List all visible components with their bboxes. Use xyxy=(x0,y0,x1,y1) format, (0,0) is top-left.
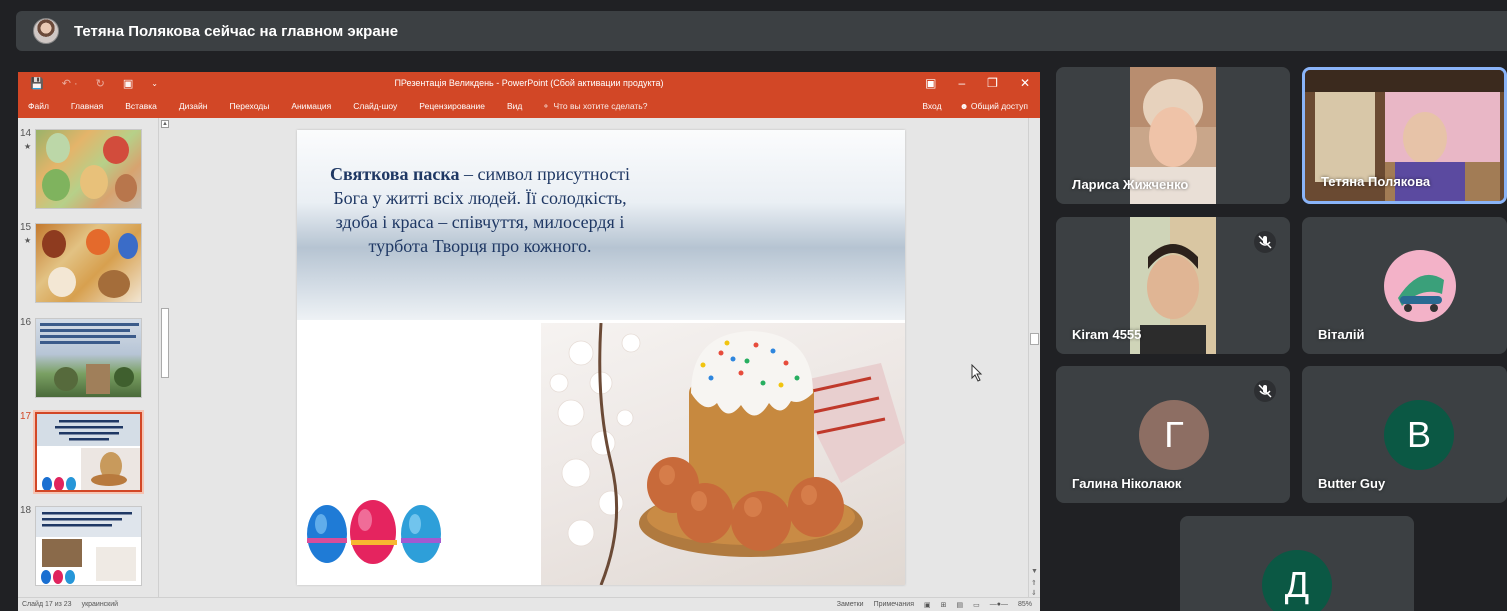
reading-view-icon[interactable]: ▤ xyxy=(957,601,964,609)
normal-view-icon[interactable]: ▣ xyxy=(924,601,931,609)
scroll-up-icon[interactable]: ▲ xyxy=(161,120,169,128)
restore-icon[interactable]: ❐ xyxy=(987,76,998,90)
language-indicator[interactable]: украинский xyxy=(82,601,119,608)
slide-thumbnail-17[interactable] xyxy=(33,410,144,494)
mic-off-icon xyxy=(1254,380,1276,402)
share-label: Общий доступ xyxy=(970,101,1028,111)
participant-avatar-image xyxy=(1384,250,1456,322)
participant-tile[interactable]: B Butter Guy xyxy=(1302,366,1507,503)
participant-name: Лариса Жижченко xyxy=(1072,177,1189,192)
lightbulb-icon: ⚬ xyxy=(542,100,550,111)
participant-tile[interactable]: Д xyxy=(1180,516,1414,611)
thumbnails-scrollbar[interactable]: ▲ xyxy=(158,118,170,611)
slide-text-bold: Святкова паска xyxy=(330,164,460,184)
participant-name: Віталій xyxy=(1318,327,1365,342)
tab-slideshow[interactable]: Слайд-шоу xyxy=(353,101,397,111)
minimize-icon[interactable]: – xyxy=(958,76,965,90)
presenting-text: Тетяна Полякова сейчас на главном экране xyxy=(74,22,399,40)
tab-insert[interactable]: Вставка xyxy=(125,101,157,111)
tab-animation[interactable]: Анимация xyxy=(291,101,331,111)
participant-name: Kiram 4555 xyxy=(1072,327,1142,342)
tab-design[interactable]: Дизайн xyxy=(179,101,208,111)
thumbnails-scroll-thumb[interactable] xyxy=(161,308,169,378)
current-slide[interactable]: Святкова паска – символ присутності Бога… xyxy=(297,130,905,585)
zoom-level[interactable]: 85% xyxy=(1018,601,1032,608)
next-slide-icon[interactable]: ⇓ xyxy=(1031,589,1037,597)
thumb-16-text-image xyxy=(40,323,139,394)
participant-initial-avatar: Г xyxy=(1139,400,1209,470)
thumb-15-eggs-image xyxy=(42,229,138,298)
participant-tile[interactable]: Віталій xyxy=(1302,217,1507,354)
tell-me-text: Что вы хотите сделать? xyxy=(553,101,648,111)
presenting-banner: Тетяна Полякова сейчас на главном экране xyxy=(16,11,1507,51)
participant-tile[interactable]: Лариса Жижченко xyxy=(1056,67,1290,204)
tab-view[interactable]: Вид xyxy=(507,101,522,111)
tab-file[interactable]: Файл xyxy=(28,101,49,111)
slide-text-box[interactable]: Святкова паска – символ присутності Бога… xyxy=(327,162,633,258)
shared-powerpoint-window: 💾 ↶ · ↻ ▣ ⌄ ПРезентація Великдень - Powe… xyxy=(18,72,1040,611)
slide-editing-area: Святкова паска – символ присутності Бога… xyxy=(171,118,1028,597)
thumb-18-preview-image xyxy=(36,507,141,584)
participant-tile-active[interactable]: Тетяна Полякова xyxy=(1302,67,1507,204)
close-icon[interactable]: ✕ xyxy=(1020,76,1030,90)
easter-bread-photo[interactable] xyxy=(541,323,905,585)
slide-scrollbar[interactable]: ▼ ⇑ ⇓ xyxy=(1028,118,1040,597)
participant-initial-avatar: B xyxy=(1384,400,1454,470)
window-controls: ▣ – ❐ ✕ xyxy=(925,72,1030,94)
tab-transitions[interactable]: Переходы xyxy=(229,101,269,111)
thumb-number: 16 xyxy=(20,317,32,328)
participant-tile[interactable]: Г Галина Ніколаюк xyxy=(1056,366,1290,503)
participant-name: Галина Ніколаюк xyxy=(1072,476,1182,491)
presenter-avatar xyxy=(33,18,59,44)
participant-name: Butter Guy xyxy=(1318,476,1386,491)
mouse-cursor-icon xyxy=(971,364,983,382)
slide-thumbnail-16[interactable] xyxy=(35,318,142,398)
thumb-number: 14 xyxy=(20,128,32,139)
slide-thumbnail-15[interactable] xyxy=(35,223,142,303)
participant-tile[interactable]: Kiram 4555 xyxy=(1056,217,1290,354)
person-icon: ☻ xyxy=(959,101,969,111)
slide-thumbnail-18[interactable] xyxy=(35,506,142,586)
thumb-17-preview-image xyxy=(37,414,140,490)
thumb-star-icon: ★ xyxy=(24,236,32,245)
slide-counter: Слайд 17 из 23 xyxy=(22,601,72,608)
participant-initial-avatar: Д xyxy=(1262,550,1332,611)
tell-me-box[interactable]: ⚬ Что вы хотите сделать? xyxy=(542,101,647,112)
share-button[interactable]: ☻ Общий доступ xyxy=(960,101,1028,111)
slide-scroll-thumb[interactable] xyxy=(1030,333,1039,345)
tab-home[interactable]: Главная xyxy=(71,101,103,111)
easter-bread-image xyxy=(549,323,905,585)
prev-slide-icon[interactable]: ⇑ xyxy=(1031,579,1037,587)
thumb-star-icon: ★ xyxy=(24,142,32,151)
ribbon-tabs: Файл Главная Вставка Дизайн Переходы Ани… xyxy=(18,94,1040,118)
scroll-down-icon[interactable]: ▼ xyxy=(1031,568,1038,575)
notes-button[interactable]: Заметки xyxy=(837,601,864,608)
ppt-workspace: 14 ★ 15 ★ 16 17 18 ▲ Святкова паска – си… xyxy=(18,118,1040,611)
slide-thumbnails-panel: 14 ★ 15 ★ 16 17 18 ▲ xyxy=(18,118,170,611)
thumb-number: 15 xyxy=(20,222,32,233)
ribbon-options-icon[interactable]: ▣ xyxy=(925,76,936,90)
sign-in-link[interactable]: Вход xyxy=(922,101,941,111)
document-title: ПРезентація Великдень - PowerPoint (Сбой… xyxy=(394,78,664,88)
participant-name: Тетяна Полякова xyxy=(1321,174,1431,189)
ppt-title-bar: 💾 ↶ · ↻ ▣ ⌄ ПРезентація Великдень - Powe… xyxy=(18,72,1040,94)
thumb-number: 18 xyxy=(20,505,32,516)
mic-off-icon xyxy=(1254,231,1276,253)
slideshow-view-icon[interactable]: ▭ xyxy=(973,601,980,609)
slide-thumbnail-14[interactable] xyxy=(35,129,142,209)
thumb-14-eggs-image xyxy=(42,133,137,202)
thumb-number: 17 xyxy=(20,411,32,422)
painted-eggs-image xyxy=(307,500,441,564)
sorter-view-icon[interactable]: ⊞ xyxy=(941,601,947,609)
comments-button[interactable]: Примечания xyxy=(874,601,914,608)
status-bar: Слайд 17 из 23 украинский Заметки Примеч… xyxy=(18,597,1040,611)
zoom-slider[interactable]: —●— xyxy=(990,601,1008,608)
tab-review[interactable]: Рецензирование xyxy=(419,101,485,111)
participant-video-feed xyxy=(1130,217,1216,354)
